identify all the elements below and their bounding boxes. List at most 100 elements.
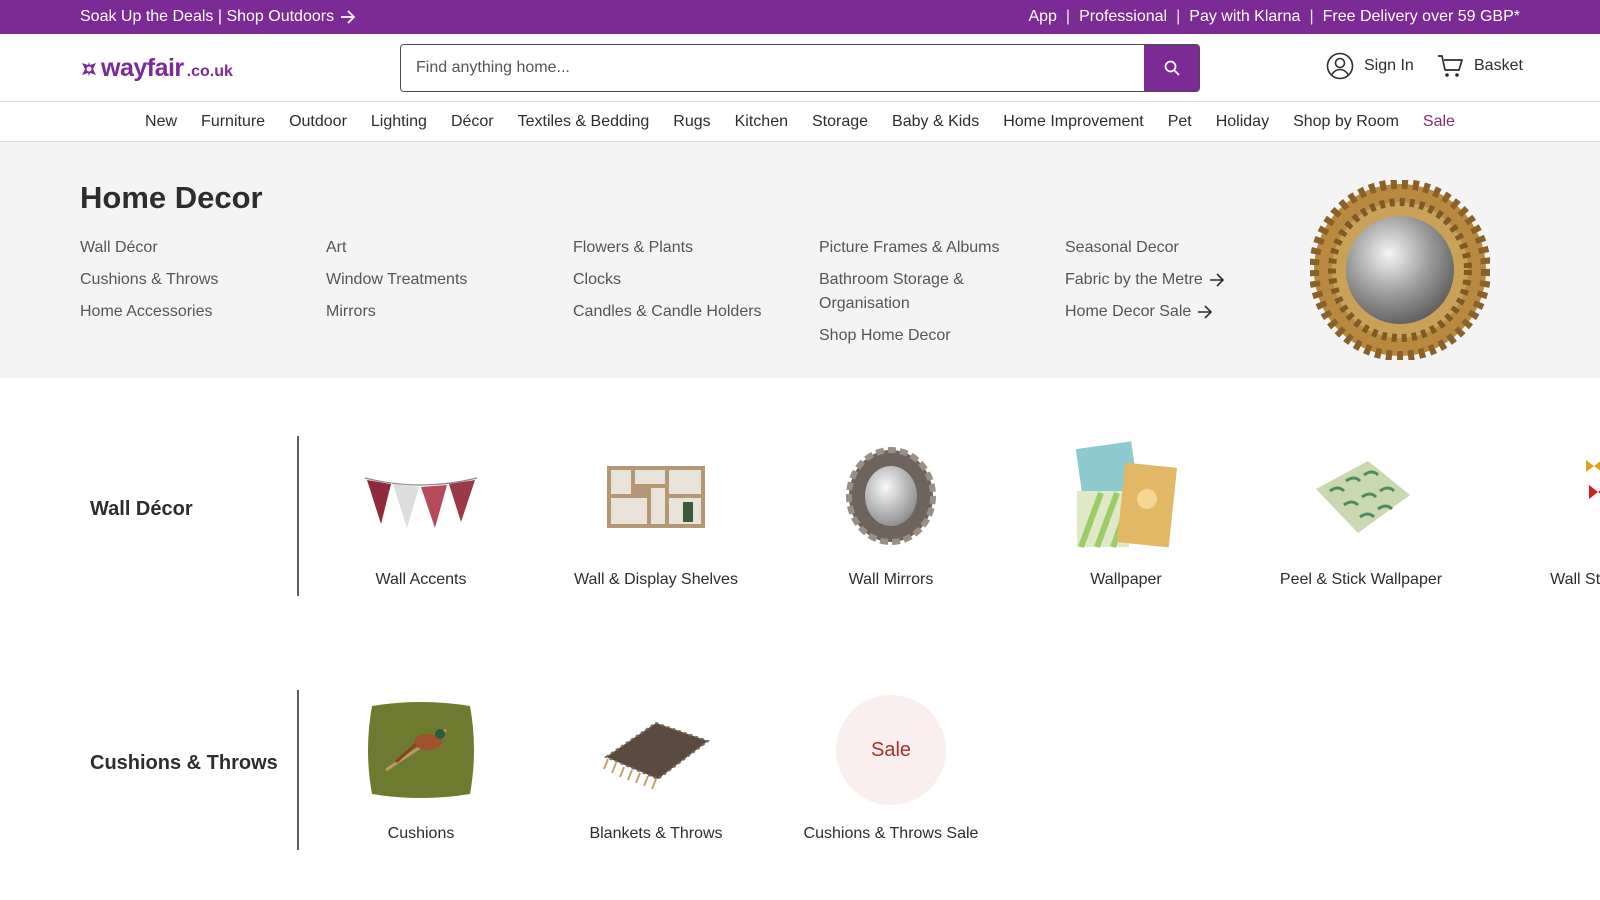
subcategory-link[interactable]: Flowers & Plants [573, 236, 808, 260]
nav-item-holiday[interactable]: Holiday [1216, 113, 1269, 131]
search-input[interactable] [401, 45, 1144, 91]
arrow-right-icon [1198, 305, 1213, 319]
search-bar [400, 44, 1200, 92]
wall-mirrors-image [831, 436, 951, 556]
nav-item-home-improvement[interactable]: Home Improvement [1003, 113, 1144, 131]
category-tile[interactable]: Wallpaper [1016, 436, 1236, 592]
wayfair-logo[interactable]: wayfair .co.uk [80, 54, 233, 83]
nav-item-kitchen[interactable]: Kitchen [735, 113, 788, 131]
category-tile[interactable]: Wall Mirrors [781, 436, 1001, 592]
subcategory-column: Art Window Treatments Mirrors [326, 236, 561, 332]
subcategory-column: Flowers & Plants Clocks Candles & Candle… [573, 236, 808, 332]
separator: | [1309, 8, 1314, 25]
category-row-wall-decor: Wall Décor Wall Accents Wall & Display S… [0, 436, 1600, 606]
nav-item-pet[interactable]: Pet [1168, 113, 1192, 131]
logo-word: wayfair [101, 54, 184, 82]
promo-text[interactable]: Soak Up the Deals | Shop Outdoors [80, 8, 334, 26]
row-divider [297, 436, 299, 596]
subcategory-link[interactable]: Clocks [573, 268, 808, 292]
tile-label: Cushions [387, 825, 455, 842]
category-tile[interactable]: Peel & Stick Wallpaper [1251, 436, 1471, 592]
professional-link[interactable]: Professional [1079, 8, 1167, 26]
subcategory-link[interactable]: Bathroom Storage & Organisation [819, 268, 1019, 316]
subcategory-link[interactable]: Shop Home Decor [819, 324, 1019, 348]
category-tile[interactable]: Wall & Display Shelves [546, 436, 766, 592]
nav-item-storage[interactable]: Storage [812, 113, 868, 131]
wallpaper-image [1066, 436, 1186, 556]
user-icon [1326, 52, 1354, 80]
sign-in-button[interactable]: Sign In [1326, 52, 1414, 80]
subcategory-column: Wall Décor Cushions & Throws Home Access… [80, 236, 315, 332]
subcategory-link[interactable]: Window Treatments [326, 268, 561, 292]
category-tile[interactable]: Cushions [311, 690, 531, 846]
nav-item-new[interactable]: New [145, 113, 177, 131]
fabric-by-metre-link[interactable]: Fabric by the Metre [1065, 268, 1300, 292]
subcategory-link[interactable]: Art [326, 236, 561, 260]
basket-button[interactable]: Basket [1436, 52, 1523, 80]
tile-label: Wall Accents [375, 571, 467, 588]
subcategory-link[interactable]: Cushions & Throws [80, 268, 315, 292]
promo-links: App | Professional | Pay with Klarna | F… [1028, 8, 1520, 26]
nav-item-rugs[interactable]: Rugs [673, 113, 710, 131]
wall-accents-image [361, 436, 481, 556]
tile-label: Blankets & Throws [589, 825, 723, 842]
subcategory-link[interactable]: Candles & Candle Holders [573, 300, 808, 324]
sale-tile-image: Sale [831, 690, 951, 810]
basket-label: Basket [1474, 57, 1523, 74]
subcategory-link[interactable]: Mirrors [326, 300, 561, 324]
app-link[interactable]: App [1028, 8, 1056, 26]
logo-tld: .co.uk [186, 62, 233, 80]
nav-item-decor[interactable]: Décor [451, 113, 494, 131]
category-hero: Home Decor Wall Décor Cushions & Throws … [0, 142, 1600, 378]
nav-item-outdoor[interactable]: Outdoor [289, 113, 347, 131]
subcategory-link[interactable]: Home Accessories [80, 300, 315, 324]
row-heading: Wall Décor [90, 498, 193, 520]
category-tile[interactable]: Wall Accents [311, 436, 531, 592]
sign-in-label: Sign In [1364, 57, 1414, 74]
nav-item-lighting[interactable]: Lighting [371, 113, 427, 131]
row-heading: Cushions & Throws [90, 752, 278, 774]
cart-icon [1438, 55, 1463, 77]
hero-image-sunburst-mirror [1309, 179, 1491, 361]
logo-mark-icon [82, 61, 96, 76]
nav-item-textiles-bedding[interactable]: Textiles & Bedding [518, 113, 650, 131]
category-row-cushions-throws: Cushions & Throws Cushions Blankets & Th… [0, 690, 1600, 860]
subcategory-link[interactable]: Seasonal Decor [1065, 236, 1300, 260]
tile-label: Wall & Display Shelves [574, 571, 738, 588]
mirror-image [1309, 179, 1491, 361]
main-nav: New Furniture Outdoor Lighting Décor Tex… [0, 102, 1600, 142]
nav-item-baby-kids[interactable]: Baby & Kids [892, 113, 979, 131]
category-tile[interactable]: Blankets & Throws [546, 690, 766, 846]
separator: | [1176, 8, 1181, 25]
klarna-link[interactable]: Pay with Klarna [1189, 8, 1300, 26]
page-title: Home Decor [80, 180, 263, 215]
cushions-image [361, 690, 481, 810]
nav-item-shop-by-room[interactable]: Shop by Room [1293, 113, 1399, 131]
row-divider [297, 690, 299, 850]
arrow-right-icon [1209, 273, 1224, 287]
tile-label: Cushions & Throws Sale [803, 825, 979, 842]
peel-stick-wallpaper-image [1301, 436, 1421, 556]
subcategory-link[interactable]: Picture Frames & Albums [819, 236, 1019, 260]
subcategory-label: Home Decor Sale [1065, 303, 1192, 320]
promo-link[interactable]: Soak Up the Deals | Shop Outdoors [80, 8, 356, 26]
site-header: wayfair .co.uk Sign In Basket [0, 34, 1600, 102]
tile-label: Wallpaper [1090, 571, 1162, 588]
subcategory-link[interactable]: Wall Décor [80, 236, 315, 260]
nav-item-sale[interactable]: Sale [1423, 113, 1455, 131]
home-decor-sale-link[interactable]: Home Decor Sale [1065, 300, 1300, 324]
nav-item-furniture[interactable]: Furniture [201, 113, 265, 131]
arrow-right-icon [341, 10, 356, 24]
category-tile[interactable]: Wall Stickers [1486, 436, 1600, 592]
tile-label: Peel & Stick Wallpaper [1279, 571, 1443, 588]
category-tile[interactable]: Sale Cushions & Throws Sale [781, 690, 1001, 846]
subcategory-column: Seasonal Decor Fabric by the Metre Home … [1065, 236, 1300, 332]
search-button[interactable] [1144, 45, 1199, 91]
blankets-throws-image [596, 690, 716, 810]
free-delivery-link[interactable]: Free Delivery over 59 GBP* [1323, 8, 1520, 26]
subcategory-column: Picture Frames & Albums Bathroom Storage… [819, 236, 1019, 356]
subcategory-label: Fabric by the Metre [1065, 271, 1203, 288]
wall-stickers-image [1536, 436, 1600, 556]
sale-badge: Sale [836, 695, 946, 805]
promo-bar: Soak Up the Deals | Shop Outdoors App | … [0, 0, 1600, 34]
